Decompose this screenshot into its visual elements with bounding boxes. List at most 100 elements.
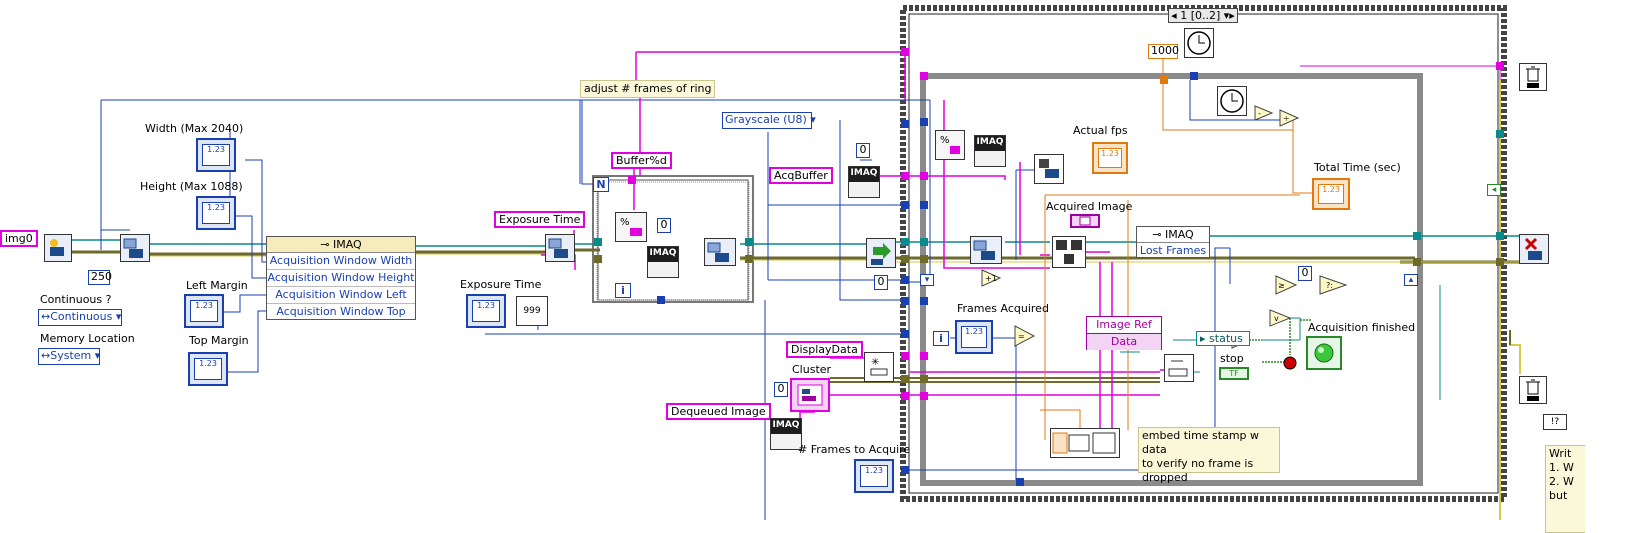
image-type-ring[interactable]: Grayscale (U8) ▾ [722, 112, 816, 129]
for-loop-iteration-terminal: i [615, 283, 631, 298]
frames-to-acquire-control[interactable]: 1.23 [854, 459, 894, 493]
dispose-vi-bottom[interactable] [1519, 376, 1547, 404]
svg-text:%: % [940, 135, 950, 146]
camera-fps-icon [1039, 159, 1059, 178]
imaq-configure-buffer-vi[interactable] [704, 238, 736, 266]
actual-fps-label: Actual fps [1073, 124, 1128, 137]
exposure-time-control[interactable]: 1.23 [466, 294, 506, 328]
acquisition-finished-led [1306, 336, 1342, 370]
imaq-start-acquisition-vi[interactable] [866, 238, 896, 268]
left-margin-control[interactable]: 1.23 [184, 294, 224, 328]
width-label: Width (Max 2040) [145, 122, 244, 135]
buffer-count-constant[interactable]: 250 [88, 270, 112, 285]
svg-text:-: - [1258, 109, 1261, 118]
timeout-1000-constant[interactable]: 1000 [1148, 44, 1179, 59]
format-into-string-vi[interactable]: % [615, 212, 647, 242]
height-control[interactable]: 1.23 [196, 196, 236, 230]
extract-buffer-icon [973, 240, 995, 260]
clock-icon [1187, 31, 1211, 55]
trash-icon [1526, 66, 1540, 88]
imaq-set-attribute-vi[interactable] [545, 234, 575, 262]
imaq-create-acq-buffer-vi[interactable]: IMAQ [848, 166, 880, 198]
top-margin-control[interactable]: 1.23 [188, 352, 228, 386]
trash-icon-bottom [1526, 379, 1540, 401]
acquired-image-label: Acquired Image [1046, 200, 1133, 213]
shift-register-left: ▾ [920, 274, 934, 286]
interface-name-constant[interactable]: img0 [0, 230, 38, 247]
unbundle-image-ref: Image Ref [1087, 317, 1161, 334]
svg-text:✳: ✳ [871, 357, 879, 368]
copy-image-icon [1056, 240, 1082, 264]
property-row-height[interactable]: Acquisition Window Height [267, 270, 415, 287]
cluster-icon [797, 384, 823, 406]
property-node-icon: ⊸ [320, 238, 333, 251]
acq-buffer-name-constant[interactable]: AcqBuffer [769, 167, 833, 184]
zero-constant-middle[interactable]: 0 [874, 275, 888, 290]
imaq-init-vi[interactable] [44, 234, 72, 262]
sequence-case-selector[interactable]: ◂ 1 [0..2] ▾▸ [1168, 8, 1238, 23]
unbundle-by-name-node[interactable]: Image Ref Data [1086, 316, 1162, 350]
svg-text:=: = [1018, 332, 1025, 341]
timestamp-icon [1052, 432, 1116, 454]
obtain-queue-vi[interactable]: ✳ [864, 352, 894, 382]
stop-control[interactable]: TF [1219, 367, 1249, 380]
imaq-create-vi-forloop[interactable]: IMAQ [647, 246, 679, 278]
lost-frames-node-icon: ⊸ [1152, 228, 1165, 241]
frames-acquired-label: Frames Acquired [957, 302, 1049, 315]
zero-constant-top[interactable]: 0 [856, 143, 870, 158]
timestamp-comment: embed time stamp w data to verify no fra… [1138, 427, 1280, 484]
dequeued-image-name-constant[interactable]: Dequeued Image [666, 403, 771, 420]
property-row-width[interactable]: Acquisition Window Width [267, 253, 415, 270]
zero-constant-loop[interactable]: 0 [1298, 266, 1312, 281]
display-data-queue-constant[interactable]: DisplayData [786, 341, 863, 358]
svg-text:+1: +1 [985, 274, 997, 283]
imaq-configure-vi[interactable] [120, 234, 150, 262]
svg-text:%: % [620, 217, 630, 228]
lost-frames-property-node[interactable]: ⊸ IMAQ Lost Frames [1136, 226, 1210, 258]
enqueue-icon [1168, 360, 1188, 377]
frame-rate-vi[interactable] [1034, 154, 1064, 184]
camera-attribute-icon [548, 238, 568, 258]
format-number-vi[interactable]: 999 [516, 296, 548, 326]
exposure-time-attribute-constant[interactable]: Exposure Time [494, 211, 586, 228]
tick-count-top-vi[interactable] [1184, 28, 1214, 58]
image-icon [1079, 216, 1091, 226]
buffer-format-constant[interactable]: Buffer%d [611, 152, 672, 169]
tick-count-inner-vi[interactable] [1217, 86, 1247, 116]
continuous-ring[interactable]: ↔Continuous ▾ [38, 309, 122, 326]
lost-frames-row[interactable]: Lost Frames [1137, 243, 1209, 259]
imaq-property-node[interactable]: ⊸ IMAQ Acquisition Window Width Acquisit… [266, 236, 416, 320]
acquisition-finished-label: Acquisition finished [1308, 321, 1416, 334]
continuous-label: Continuous ? [40, 293, 112, 306]
feedback-arrow-icon: ◂ [1487, 184, 1501, 196]
property-row-left[interactable]: Acquisition Window Left [267, 287, 415, 304]
imaq-create-loop-vi[interactable]: IMAQ [974, 135, 1006, 167]
left-margin-label: Left Margin [186, 279, 248, 292]
width-control[interactable]: 1.23 [196, 138, 236, 172]
for-loop-count-terminal[interactable]: N [593, 177, 609, 192]
property-row-top[interactable]: Acquisition Window Top [267, 304, 415, 320]
unbundle-data: Data [1087, 334, 1161, 350]
imaq-copy-vi[interactable] [1052, 236, 1086, 268]
queue-icon: ✳ [870, 357, 888, 376]
memory-location-ring[interactable]: ↔System ▾ [38, 348, 100, 365]
zero-constant-queue[interactable]: 0 [774, 382, 788, 397]
total-time-indicator: 1.23 [1312, 178, 1350, 210]
format-string-loop-icon: % [940, 135, 960, 154]
imaq-close-vi[interactable] [1519, 234, 1549, 264]
camera-config-icon [123, 238, 143, 258]
cluster-constant[interactable] [790, 378, 830, 412]
error-handler-vi[interactable]: !? [1543, 414, 1567, 430]
dispose-vi-top[interactable] [1519, 63, 1547, 91]
zero-constant-forloop[interactable]: 0 [657, 218, 671, 233]
total-time-label: Total Time (sec) [1314, 161, 1401, 174]
enqueue-element-vi[interactable] [1164, 354, 1194, 382]
format-into-string-loop-vi[interactable]: % [935, 130, 965, 160]
timestamp-subvi[interactable] [1050, 428, 1120, 458]
status-unbundle-node[interactable]: ▸ status [1196, 331, 1250, 346]
frames-acquired-indicator: 1.23 [955, 320, 993, 354]
camera-init-icon [50, 239, 64, 256]
while-loop-iteration-terminal: i [933, 331, 949, 346]
buffer-config-icon [707, 242, 729, 262]
imaq-extract-buffer-vi[interactable] [970, 236, 1002, 264]
